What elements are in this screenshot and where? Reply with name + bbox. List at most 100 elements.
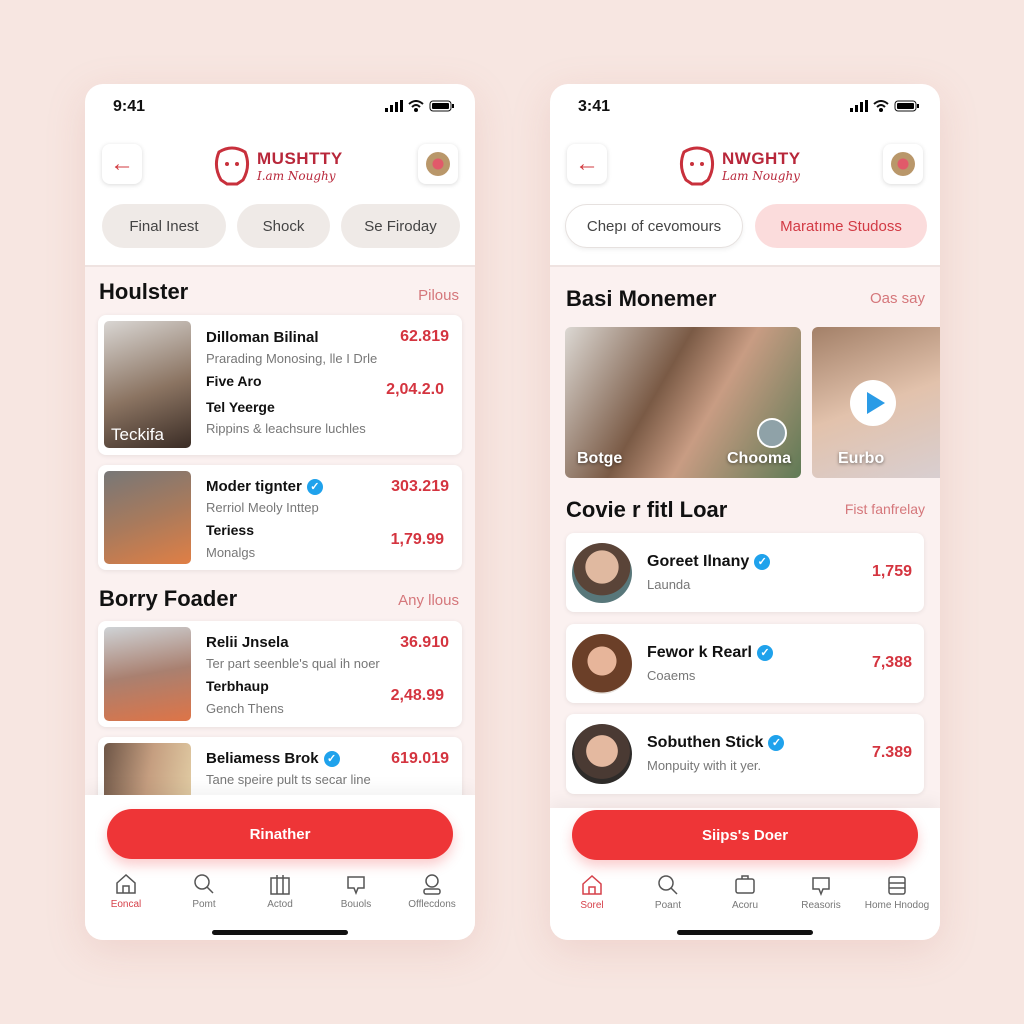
card-name: Beliamess Brok xyxy=(206,750,319,767)
verified-icon: ✓ xyxy=(756,645,773,661)
arrow-left-icon: ← xyxy=(110,150,134,177)
profile-photo xyxy=(104,471,191,564)
nav-item-0[interactable]: Sorel xyxy=(553,874,631,911)
card-sub-2: Gench Thens xyxy=(206,701,284,716)
list-card[interactable]: Teckifa Dilloman Bilinal Prarading Monos… xyxy=(98,315,462,455)
card-sub: Monpuity with it yer. xyxy=(647,758,762,773)
search-icon xyxy=(658,875,678,895)
app-logo: NWGHTY Lam Noughy xyxy=(678,146,801,186)
chip-0[interactable]: Chepı of cevomours xyxy=(565,204,743,248)
back-button[interactable]: ← xyxy=(567,144,607,184)
list-card[interactable]: Fewor k Rearl ✓ Coaems 7,388 xyxy=(566,624,924,703)
section-title: Covie r fitl Loar xyxy=(566,497,728,522)
card-name: Relii Jnsela xyxy=(206,634,289,651)
section-title: Borry Foader xyxy=(99,586,238,611)
nav-item-1[interactable]: Pomt xyxy=(165,873,243,910)
profile-button[interactable] xyxy=(418,144,458,184)
chip-0[interactable]: Final Inest xyxy=(102,204,226,248)
card-sub: Rerriol Meoly Inttep xyxy=(206,500,319,515)
section-title: Basi Monemer xyxy=(566,286,717,311)
primary-button[interactable]: Rinather xyxy=(107,809,453,859)
home-icon xyxy=(116,873,136,894)
nav-label: Sorel xyxy=(580,900,604,911)
nav-label: Poant xyxy=(654,900,682,911)
list-card[interactable]: Goreet Ilnany ✓ Launda 1,759 xyxy=(566,533,924,612)
section-link[interactable]: Fist fanfrelay xyxy=(845,501,925,517)
avatar xyxy=(572,543,632,603)
card-name: Dilloman Bilinal xyxy=(206,329,319,346)
chip-1[interactable]: Shock xyxy=(237,204,330,248)
card-price-2: 1,79.99 xyxy=(390,531,444,548)
card-name-2: Teriess xyxy=(206,522,254,538)
nav-item-4[interactable]: Home Hnodog xyxy=(858,874,936,911)
card-price: 7.389 xyxy=(871,744,912,761)
section-link[interactable]: Pilous xyxy=(418,287,459,304)
avatar xyxy=(572,634,632,694)
card-sub-2: Monalgs xyxy=(206,545,256,560)
logo-title: NWGHTY xyxy=(722,149,801,168)
card-name-2: Five Aro xyxy=(206,373,262,389)
avatar xyxy=(757,418,787,448)
chip-1-active[interactable]: Maratıme Studoss xyxy=(755,204,927,248)
chat-icon xyxy=(347,876,365,895)
card-name: Sobuthen Stick xyxy=(647,734,764,751)
nav-item-3[interactable]: Reasoris xyxy=(782,874,860,911)
card-price: 619.019 xyxy=(391,750,449,767)
bottom-bar: Siips's Doer Sorel Poant Acoru Reasoris … xyxy=(550,808,940,940)
nav-item-4[interactable]: Offlecdons xyxy=(393,873,471,910)
bag-icon xyxy=(735,875,755,894)
verified-icon: ✓ xyxy=(306,479,323,495)
primary-button[interactable]: Siips's Doer xyxy=(572,810,918,860)
inbox-icon xyxy=(888,876,906,895)
nav-label: Bouols xyxy=(340,899,372,910)
card-price: 62.819 xyxy=(400,328,449,345)
section-link[interactable]: Any llous xyxy=(398,592,459,609)
photo-caption: Teckifa xyxy=(111,425,164,444)
card-sub: Launda xyxy=(647,577,691,592)
nav-label: Acoru xyxy=(731,900,759,911)
logo-tagline: I.am Noughy xyxy=(257,169,336,183)
nav-label: Offlecdons xyxy=(408,899,456,910)
home-indicator xyxy=(212,930,348,935)
profile-button[interactable] xyxy=(883,144,923,184)
avatar xyxy=(426,152,450,176)
profile-photo xyxy=(104,627,191,721)
nav-item-3[interactable]: Bouols xyxy=(317,873,395,910)
battery-icon xyxy=(429,100,454,112)
search-icon xyxy=(194,874,214,894)
play-icon xyxy=(866,392,885,414)
nav-label: Home Hnodog xyxy=(864,900,930,911)
nav-label: Eoncal xyxy=(110,899,142,910)
back-button[interactable]: ← xyxy=(102,144,142,184)
verified-icon: ✓ xyxy=(768,735,785,751)
card-price: 1,759 xyxy=(871,563,912,580)
media-card[interactable]: Botge Chooma xyxy=(565,327,801,478)
person-icon xyxy=(423,874,441,895)
nav-item-2[interactable]: Actod xyxy=(241,873,319,910)
card-sub: Coaems xyxy=(647,668,696,683)
play-button[interactable] xyxy=(850,380,896,426)
list-card[interactable]: Moder tignter ✓ Rerriol Meoly Inttep 303.… xyxy=(98,465,462,570)
home-indicator xyxy=(677,930,813,935)
app-logo: MUSHTTY I.am Noughy xyxy=(213,146,343,186)
logo-face-icon xyxy=(679,146,715,186)
logo-tagline: Lam Noughy xyxy=(722,169,800,183)
media-card[interactable]: Eurbo xyxy=(812,327,940,478)
media-label-2: Chooma xyxy=(727,450,791,467)
avatar xyxy=(891,152,915,176)
signal-icon xyxy=(385,100,403,112)
chip-2[interactable]: Se Firoday xyxy=(341,204,460,248)
nav-item-2[interactable]: Acoru xyxy=(706,874,784,911)
nav-item-1[interactable]: Poant xyxy=(629,874,707,911)
card-name-3: Tel Yeerge xyxy=(206,399,275,415)
section-link[interactable]: Oas say xyxy=(870,290,925,307)
nav-item-0[interactable]: Eoncal xyxy=(87,873,165,910)
card-price-2: 2,04.2.0 xyxy=(386,381,444,398)
list-card[interactable]: Relii Jnsela Ter part seenble's qual ih … xyxy=(98,621,462,727)
card-sub: Ter part seenble's qual ih noer xyxy=(206,656,380,671)
verified-icon: ✓ xyxy=(754,554,771,570)
card-name: Goreet Ilnany xyxy=(647,553,750,570)
media-label: Botge xyxy=(577,450,623,467)
list-card[interactable]: Sobuthen Stick ✓ Monpuity with it yer. 7.… xyxy=(566,714,924,794)
status-time: 3:41 xyxy=(578,98,611,115)
